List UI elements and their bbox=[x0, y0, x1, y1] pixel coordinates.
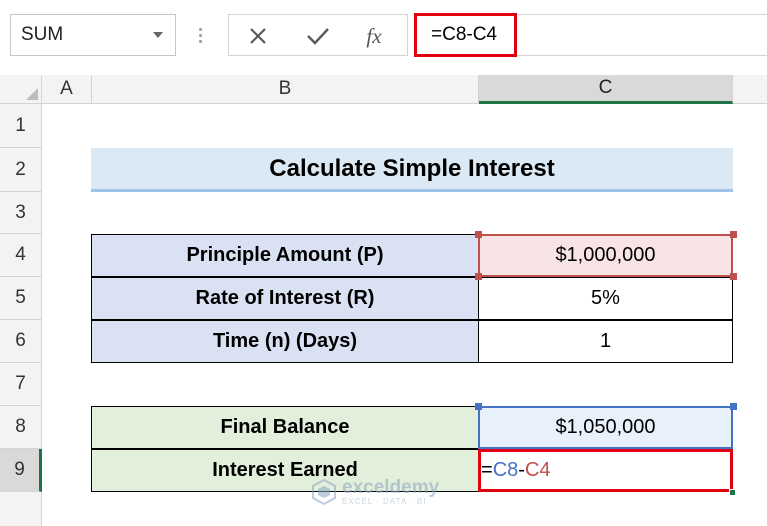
sheet-title[interactable]: Calculate Simple Interest bbox=[91, 148, 733, 192]
row-header-6[interactable]: 6 bbox=[0, 320, 42, 363]
rate-label-cell[interactable]: Rate of Interest (R) bbox=[91, 277, 479, 320]
select-all-button[interactable] bbox=[0, 75, 42, 104]
column-header-a[interactable]: A bbox=[42, 75, 92, 104]
cancel-button[interactable] bbox=[245, 23, 271, 49]
formula-text[interactable]: =C8-C4 bbox=[414, 13, 517, 57]
row-header-9[interactable]: 9 bbox=[0, 449, 42, 492]
row-header-4[interactable]: 4 bbox=[0, 234, 42, 277]
time-value-cell[interactable]: 1 bbox=[478, 320, 733, 363]
drag-handle-icon[interactable] bbox=[199, 28, 203, 44]
enter-button[interactable] bbox=[305, 23, 331, 49]
watermark-tagline: EXCEL · DATA · BI bbox=[342, 497, 427, 506]
insert-function-button[interactable]: fx bbox=[361, 23, 387, 49]
principle-label-cell[interactable]: Principle Amount (P) bbox=[91, 234, 479, 277]
x-icon bbox=[250, 28, 266, 44]
row-header-2[interactable]: 2 bbox=[0, 148, 42, 192]
ref-handle-icon[interactable] bbox=[475, 403, 482, 410]
name-box[interactable]: SUM bbox=[10, 14, 176, 56]
ref-handle-icon[interactable] bbox=[730, 231, 737, 238]
column-header-c[interactable]: C bbox=[479, 75, 733, 104]
column-header-b[interactable]: B bbox=[92, 75, 479, 104]
checkmark-icon bbox=[307, 28, 329, 45]
chevron-down-icon[interactable] bbox=[153, 32, 163, 38]
row-header-8[interactable]: 8 bbox=[0, 406, 42, 449]
final-balance-label-cell[interactable]: Final Balance bbox=[91, 406, 479, 449]
watermark-name: exceldemy bbox=[342, 477, 440, 498]
row-header-7[interactable]: 7 bbox=[0, 363, 42, 406]
formula-operator: - bbox=[518, 459, 525, 481]
select-all-icon bbox=[26, 88, 38, 100]
row-header-3[interactable]: 3 bbox=[0, 192, 42, 234]
watermark-text: exceldemy EXCEL · DATA · BI bbox=[342, 478, 439, 506]
ref-handle-icon[interactable] bbox=[475, 273, 482, 280]
ref-handle-icon[interactable] bbox=[730, 273, 737, 280]
interest-earned-edit-cell[interactable]: = C8- C4 bbox=[478, 449, 733, 492]
formula-ref-c8: C8 bbox=[492, 459, 519, 481]
exceldemy-watermark: exceldemy EXCEL · DATA · BI bbox=[310, 478, 439, 506]
ref-handle-icon[interactable] bbox=[475, 231, 482, 238]
row-header-1[interactable]: 1 bbox=[0, 104, 42, 148]
formula-ref-c4: C4 bbox=[524, 459, 551, 481]
fx-icon: fx bbox=[366, 23, 382, 48]
time-label-cell[interactable]: Time (n) (Days) bbox=[91, 320, 479, 363]
formula-equals: = bbox=[481, 459, 493, 481]
row-header-5[interactable]: 5 bbox=[0, 277, 42, 320]
row-header-10[interactable] bbox=[0, 492, 42, 526]
formula-buttons: fx bbox=[228, 14, 408, 56]
formula-bar: SUM fx =C8-C4 bbox=[0, 0, 767, 75]
final-balance-value-cell[interactable]: $1,050,000 bbox=[478, 406, 733, 449]
principle-value-cell[interactable]: $1,000,000 bbox=[478, 234, 733, 277]
fill-handle[interactable] bbox=[729, 489, 736, 496]
exceldemy-logo-icon bbox=[312, 478, 336, 506]
column-header-d[interactable] bbox=[733, 75, 767, 104]
name-box-value: SUM bbox=[21, 24, 64, 45]
ref-handle-icon[interactable] bbox=[730, 403, 737, 410]
rate-value-cell[interactable]: 5% bbox=[478, 277, 733, 320]
